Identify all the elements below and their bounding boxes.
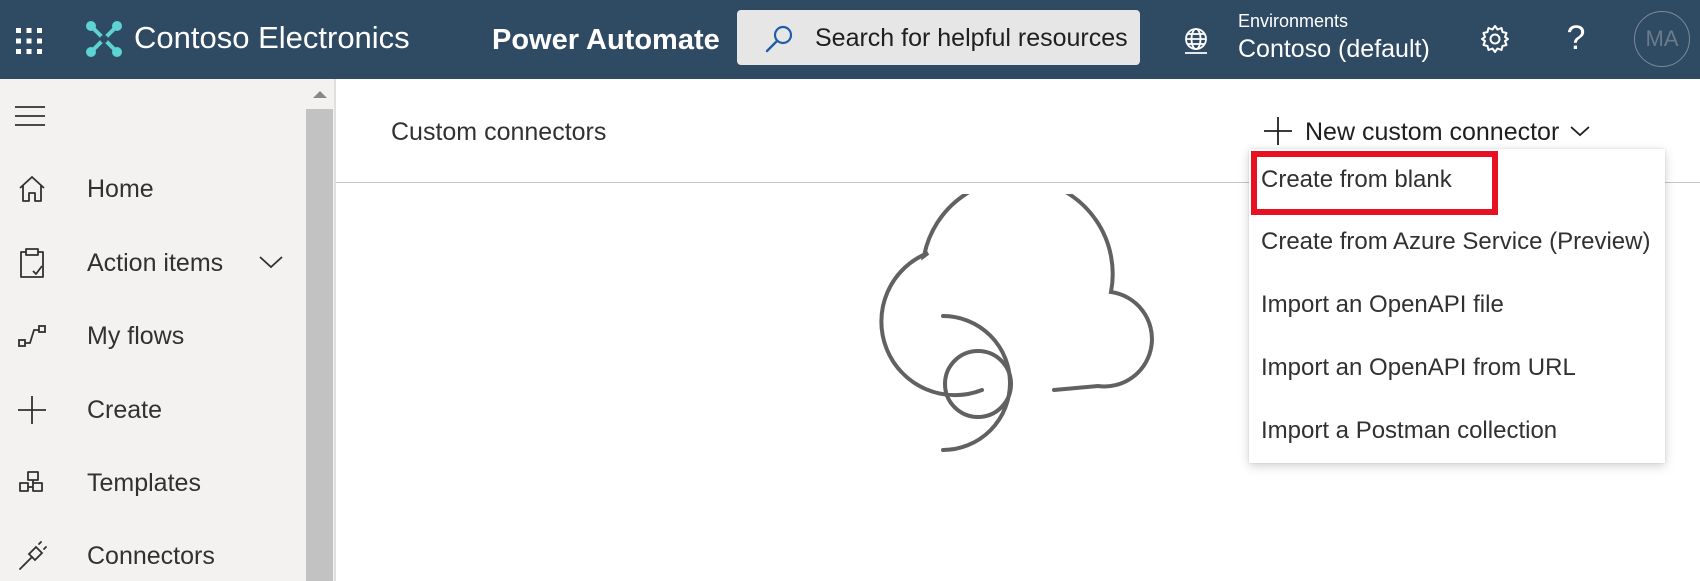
plus-icon <box>1264 117 1292 145</box>
search-placeholder: Search for helpful resources <box>815 24 1128 52</box>
settings-gear-icon[interactable] <box>1479 23 1511 55</box>
clipboard-check-icon <box>20 248 44 278</box>
sidebar-item-label: My flows <box>87 322 185 350</box>
sidebar-item-create[interactable]: Create <box>0 380 300 440</box>
environment-selector[interactable]: Contoso (default) <box>1238 34 1430 64</box>
sidebar-divider <box>334 79 336 581</box>
highlight-annotation-box <box>1251 151 1498 215</box>
menu-item-label: Create from Azure Service (Preview) <box>1261 228 1651 255</box>
environment-globe-icon[interactable] <box>1181 26 1211 56</box>
sidebar-item-connectors[interactable]: Connectors <box>0 526 300 581</box>
scrollbar-thumb[interactable] <box>306 109 333 581</box>
menu-item-label: Import an OpenAPI from URL <box>1261 354 1576 381</box>
new-custom-connector-button[interactable]: New custom connector <box>1258 112 1598 152</box>
top-bar: Contoso Electronics Power Automate Searc… <box>0 0 1700 79</box>
search-icon <box>765 25 793 53</box>
sidebar-scrollbar[interactable] <box>306 79 334 581</box>
menu-item-create-from-azure-service[interactable]: Create from Azure Service (Preview) <box>1249 213 1665 269</box>
sidebar-item-my-flows[interactable]: My flows <box>0 306 300 366</box>
page-title: Custom connectors <box>391 118 607 146</box>
environments-label: Environments <box>1238 11 1349 31</box>
app-name[interactable]: Power Automate <box>492 20 720 60</box>
menu-item-label: Import a Postman collection <box>1261 417 1558 444</box>
chevron-down-icon <box>1570 126 1590 137</box>
sidebar-item-templates[interactable]: Templates <box>0 453 300 513</box>
cloud-connector-illustration <box>879 194 1154 452</box>
connector-plug-icon <box>19 541 47 570</box>
chevron-down-icon[interactable] <box>258 253 284 271</box>
sidebar-item-label: Create <box>87 396 163 424</box>
sidebar-item-action-items[interactable]: Action items <box>0 233 300 293</box>
menu-item-import-postman-collection[interactable]: Import a Postman collection <box>1249 402 1665 458</box>
sidebar: Home Action items My flows Create Templa… <box>0 79 336 581</box>
help-icon[interactable]: ? <box>1563 18 1589 58</box>
sidebar-item-label: Action items <box>87 249 224 277</box>
new-custom-connector-label: New custom connector <box>1305 118 1560 146</box>
plus-icon <box>18 396 46 424</box>
contoso-logo-icon <box>86 21 122 57</box>
sidebar-item-label: Connectors <box>87 542 215 570</box>
brand-name[interactable]: Contoso Electronics <box>134 18 410 58</box>
search-box[interactable]: Search for helpful resources <box>737 10 1140 65</box>
app-launcher-waffle-icon[interactable] <box>14 26 44 56</box>
sidebar-item-label: Home <box>87 175 154 203</box>
home-icon <box>19 176 45 202</box>
menu-item-import-openapi-file[interactable]: Import an OpenAPI file <box>1249 276 1665 332</box>
menu-item-import-openapi-url[interactable]: Import an OpenAPI from URL <box>1249 339 1665 395</box>
templates-icon <box>19 471 43 492</box>
sidebar-item-home[interactable]: Home <box>0 159 300 219</box>
sidebar-item-label: Templates <box>87 469 201 497</box>
avatar[interactable]: MA <box>1634 11 1690 67</box>
hamburger-menu-icon[interactable] <box>15 105 45 127</box>
menu-item-label: Import an OpenAPI file <box>1261 291 1504 318</box>
flow-icon <box>18 325 46 347</box>
scroll-up-arrow-icon[interactable] <box>310 87 330 101</box>
